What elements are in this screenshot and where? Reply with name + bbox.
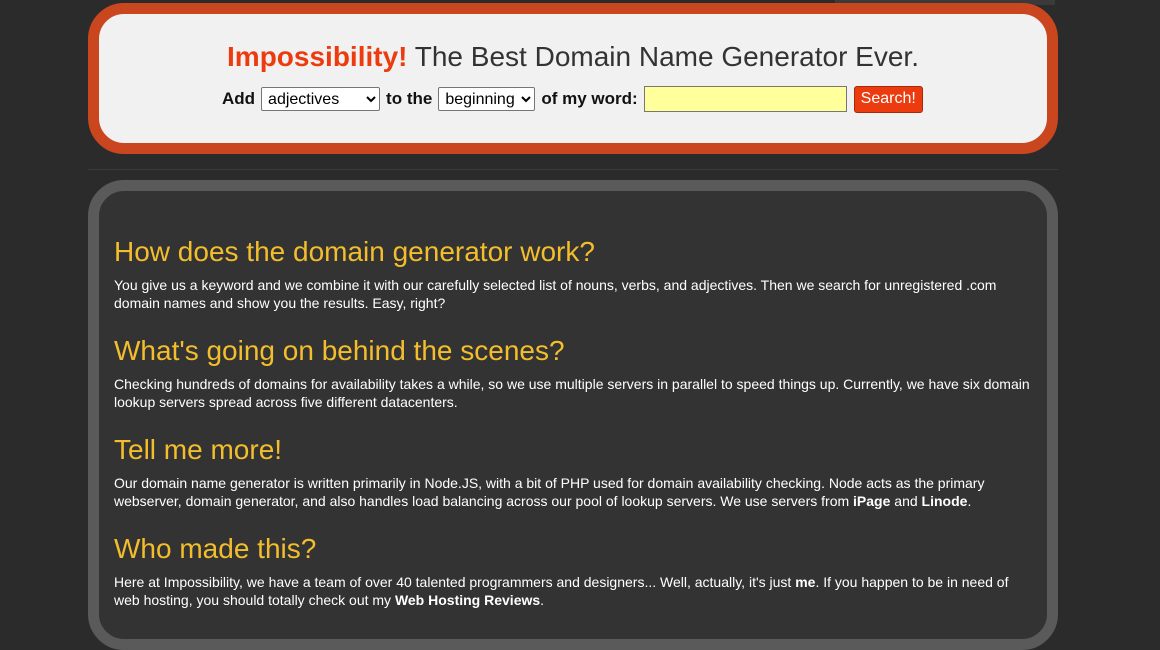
tagline: The Best Domain Name Generator Ever. — [407, 41, 919, 72]
section-body: Checking hundreds of domains for availab… — [114, 376, 1030, 410]
linode-link[interactable]: Linode — [922, 493, 968, 509]
body-text: . — [540, 592, 545, 608]
page-title: Impossibility! The Best Domain Name Gene… — [99, 41, 1047, 73]
section-heading: Who made this? — [114, 533, 317, 564]
body-text: Here at Impossibility, we have a team of… — [114, 574, 796, 590]
label-of-my-word: of my word: — [541, 89, 638, 108]
section-body: Here at Impossibility, we have a team of… — [114, 573, 1034, 609]
section-body: You give us a keyword and we combine it … — [114, 277, 997, 311]
body-text: . — [967, 493, 972, 509]
search-form: Add adjectives to the beginning of my wo… — [222, 85, 923, 113]
header-panel: Impossibility! The Best Domain Name Gene… — [88, 3, 1058, 154]
divider — [88, 169, 1058, 170]
section-heading: Tell me more! — [114, 434, 283, 465]
label-to-the: to the — [386, 89, 433, 108]
web-hosting-reviews-link[interactable]: Web Hosting Reviews — [395, 592, 540, 608]
content-panel: How does the domain generator work? You … — [88, 180, 1058, 650]
word-type-select[interactable]: adjectives — [261, 87, 381, 111]
section-who-made-this: Who made this? Here at Impossibility, we… — [114, 533, 1034, 609]
section-heading: How does the domain generator work? — [114, 236, 595, 267]
ipage-link[interactable]: iPage — [853, 493, 890, 509]
section-how-it-works: How does the domain generator work? You … — [114, 236, 1034, 312]
me-link[interactable]: me — [795, 574, 815, 590]
position-select[interactable]: beginning — [438, 87, 536, 111]
section-body: Our domain name generator is written pri… — [114, 474, 1034, 510]
search-button[interactable]: Search! — [853, 85, 923, 113]
section-tell-me-more: Tell me more! Our domain name generator … — [114, 434, 1034, 510]
brand-name: Impossibility! — [227, 41, 408, 72]
section-heading: What's going on behind the scenes? — [114, 335, 565, 366]
body-text: and — [890, 493, 922, 509]
label-add: Add — [222, 89, 256, 108]
word-input[interactable] — [643, 86, 847, 112]
section-behind-scenes: What's going on behind the scenes? Check… — [114, 335, 1034, 411]
